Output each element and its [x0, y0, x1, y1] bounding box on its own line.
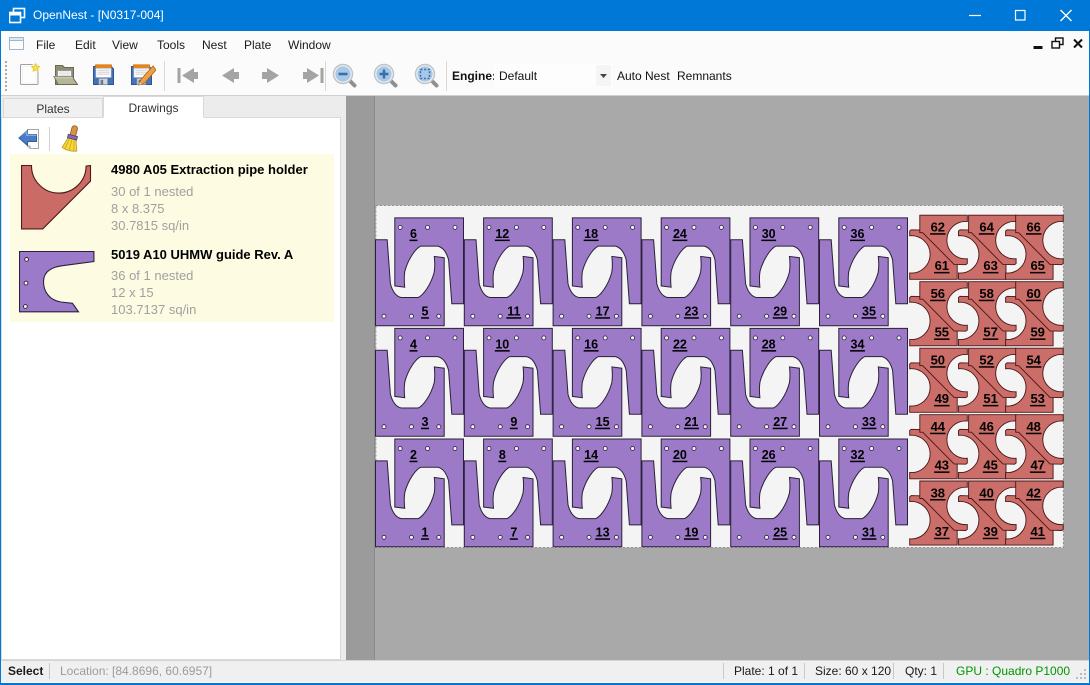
svg-text:34: 34 [851, 338, 865, 352]
svg-text:41: 41 [1030, 524, 1044, 539]
svg-text:6: 6 [410, 227, 417, 241]
svg-text:57: 57 [983, 325, 997, 340]
svg-text:30: 30 [762, 227, 776, 241]
svg-text:22: 22 [673, 338, 687, 352]
svg-text:23: 23 [684, 305, 698, 319]
svg-text:54: 54 [1026, 353, 1041, 368]
svg-text:60: 60 [1026, 286, 1040, 301]
svg-text:36: 36 [851, 227, 865, 241]
svg-text:49: 49 [935, 391, 949, 406]
svg-text:48: 48 [1026, 419, 1040, 434]
svg-text:61: 61 [935, 258, 949, 273]
svg-text:21: 21 [684, 415, 698, 429]
svg-text:35: 35 [862, 305, 876, 319]
svg-text:18: 18 [584, 227, 598, 241]
svg-text:9: 9 [510, 415, 517, 429]
svg-text:46: 46 [979, 419, 993, 434]
svg-text:28: 28 [762, 338, 776, 352]
svg-text:43: 43 [935, 458, 949, 473]
svg-text:55: 55 [935, 325, 949, 340]
svg-text:4: 4 [410, 338, 417, 352]
svg-text:10: 10 [495, 338, 509, 352]
svg-text:38: 38 [931, 485, 945, 500]
svg-text:44: 44 [931, 419, 946, 434]
svg-text:31: 31 [862, 526, 876, 540]
svg-text:51: 51 [983, 391, 997, 406]
svg-text:66: 66 [1026, 220, 1040, 235]
svg-text:50: 50 [931, 353, 945, 368]
svg-text:33: 33 [862, 415, 876, 429]
svg-text:29: 29 [773, 305, 787, 319]
svg-text:27: 27 [773, 415, 787, 429]
svg-text:32: 32 [851, 448, 865, 462]
svg-text:63: 63 [983, 258, 997, 273]
svg-text:45: 45 [983, 458, 997, 473]
svg-text:52: 52 [979, 353, 993, 368]
svg-text:3: 3 [422, 415, 429, 429]
svg-text:1: 1 [422, 526, 429, 540]
svg-text:14: 14 [584, 448, 598, 462]
svg-text:20: 20 [673, 448, 687, 462]
svg-text:56: 56 [931, 286, 945, 301]
svg-text:13: 13 [596, 526, 610, 540]
svg-text:2: 2 [410, 448, 417, 462]
svg-text:11: 11 [507, 305, 520, 319]
svg-text:5: 5 [422, 305, 429, 319]
svg-text:8: 8 [499, 448, 506, 462]
svg-text:7: 7 [510, 526, 517, 540]
svg-text:15: 15 [596, 415, 610, 429]
svg-text:16: 16 [584, 338, 598, 352]
svg-text:59: 59 [1030, 325, 1044, 340]
svg-text:53: 53 [1030, 391, 1044, 406]
svg-text:12: 12 [495, 227, 509, 241]
svg-text:37: 37 [935, 524, 949, 539]
svg-text:47: 47 [1030, 458, 1044, 473]
svg-text:26: 26 [762, 448, 776, 462]
svg-text:25: 25 [773, 526, 787, 540]
svg-text:65: 65 [1030, 258, 1044, 273]
svg-text:64: 64 [979, 220, 994, 235]
svg-text:42: 42 [1026, 485, 1040, 500]
svg-text:17: 17 [596, 305, 610, 319]
svg-text:62: 62 [931, 220, 945, 235]
svg-text:19: 19 [684, 526, 698, 540]
svg-text:58: 58 [979, 286, 993, 301]
svg-text:39: 39 [983, 524, 997, 539]
svg-text:24: 24 [673, 227, 687, 241]
svg-text:40: 40 [979, 485, 993, 500]
